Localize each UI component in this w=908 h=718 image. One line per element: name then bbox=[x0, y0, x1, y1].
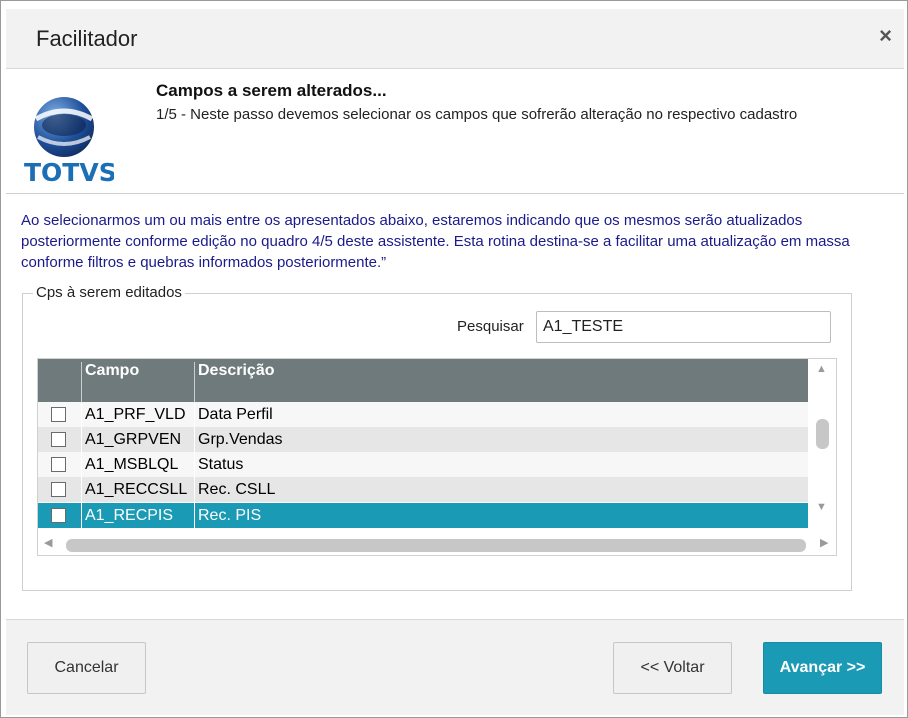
wizard-footer: Cancelar << Voltar Avançar >> bbox=[6, 619, 904, 715]
svg-text:TOTVS: TOTVS bbox=[24, 158, 114, 185]
grid-header: Campo Descrição bbox=[38, 359, 808, 402]
cell-campo: A1_MSBLQL bbox=[81, 452, 194, 477]
cell-campo: A1_GRPVEN bbox=[81, 427, 194, 452]
scroll-down-icon[interactable]: ▼ bbox=[816, 501, 827, 513]
cell-descricao: Rec. PIS bbox=[194, 503, 808, 528]
back-button[interactable]: << Voltar bbox=[613, 642, 732, 694]
horizontal-scrollbar[interactable]: ◀ ▶ bbox=[38, 531, 836, 555]
fields-grid: Campo Descrição A1_PRF_VLD Data Perfil A… bbox=[37, 358, 837, 556]
column-header-campo[interactable]: Campo bbox=[81, 362, 194, 402]
row-checkbox[interactable] bbox=[51, 432, 66, 447]
step-subtitle: 1/5 - Neste passo devemos selecionar os … bbox=[156, 106, 798, 123]
row-checkbox[interactable] bbox=[51, 457, 66, 472]
search-input[interactable] bbox=[536, 311, 831, 343]
totvs-logo: TOTVS bbox=[24, 97, 114, 185]
vertical-scroll-thumb[interactable] bbox=[816, 419, 829, 449]
table-row-selected[interactable]: A1_RECPIS Rec. PIS bbox=[38, 503, 808, 528]
search-label: Pesquisar bbox=[457, 318, 524, 335]
row-checkbox[interactable] bbox=[51, 482, 66, 497]
back-button-prefix: << bbox=[640, 659, 664, 676]
title-bar: Facilitador × bbox=[6, 9, 904, 69]
intro-text: Ao selecionarmos um ou mais entre os apr… bbox=[21, 212, 850, 271]
back-button-label: Voltar bbox=[663, 659, 705, 676]
next-button-label: Avançar >> bbox=[779, 659, 866, 676]
cell-descricao: Status bbox=[194, 452, 808, 477]
cell-descricao: Grp.Vendas bbox=[194, 427, 808, 452]
scroll-left-icon[interactable]: ◀ bbox=[44, 536, 52, 549]
facilitador-dialog: Facilitador × TOTVS Campos a serem alter… bbox=[0, 0, 908, 718]
next-button[interactable]: Avançar >> bbox=[763, 642, 882, 694]
cell-campo: A1_PRF_VLD bbox=[81, 402, 194, 427]
vertical-scrollbar[interactable]: ▲ ▼ bbox=[808, 359, 836, 529]
horizontal-scroll-thumb[interactable] bbox=[66, 539, 806, 552]
table-row[interactable]: A1_MSBLQL Status bbox=[38, 452, 808, 477]
wizard-header: TOTVS Campos a serem alterados... 1/5 - … bbox=[6, 69, 904, 194]
scroll-up-icon[interactable]: ▲ bbox=[816, 363, 827, 375]
step-title: Campos a serem alterados... bbox=[156, 81, 387, 100]
cell-campo: A1_RECCSLL bbox=[81, 477, 194, 502]
table-row[interactable]: A1_RECCSLL Rec. CSLL bbox=[38, 477, 808, 502]
row-checkbox[interactable] bbox=[51, 508, 66, 523]
column-header-descricao[interactable]: Descrição bbox=[194, 362, 808, 402]
scroll-right-icon[interactable]: ▶ bbox=[820, 536, 828, 549]
cell-descricao: Rec. CSLL bbox=[194, 477, 808, 502]
cancel-button-label: Cancelar bbox=[54, 659, 119, 676]
table-row[interactable]: A1_PRF_VLD Data Perfil bbox=[38, 402, 808, 427]
cell-campo: A1_RECPIS bbox=[81, 503, 194, 528]
close-icon[interactable]: × bbox=[879, 23, 892, 49]
row-checkbox[interactable] bbox=[51, 407, 66, 422]
window-title: Facilitador bbox=[36, 26, 138, 51]
table-row[interactable]: A1_GRPVEN Grp.Vendas bbox=[38, 427, 808, 452]
fields-group-legend: Cps à serem editados bbox=[33, 284, 185, 301]
column-header-check[interactable] bbox=[38, 362, 81, 402]
cell-descricao: Data Perfil bbox=[194, 402, 808, 427]
cancel-button[interactable]: Cancelar bbox=[27, 642, 146, 694]
